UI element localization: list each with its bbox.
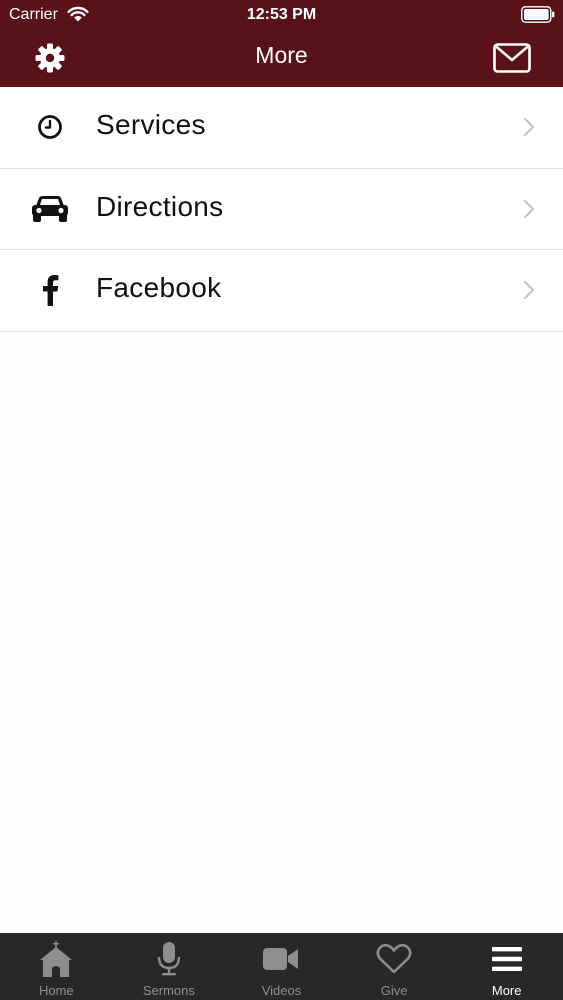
menu-item-label: Facebook	[96, 272, 222, 303]
status-bar: Carrier 12:53 PM	[0, 0, 563, 30]
more-screen: Carrier 12:53 PM More Services Direction…	[0, 0, 563, 1000]
tab-give[interactable]: Give	[338, 933, 451, 1000]
tab-label: Give	[380, 983, 408, 998]
menu-icon	[491, 947, 522, 971]
tab-sermons[interactable]: Sermons	[113, 933, 226, 1000]
facebook-icon	[30, 272, 70, 308]
page-title: More	[255, 42, 308, 68]
tab-label: Videos	[261, 983, 302, 998]
chevron-right-icon	[523, 117, 535, 137]
tab-videos[interactable]: Videos	[225, 933, 338, 1000]
tab-home[interactable]: Home	[0, 933, 113, 1000]
tab-more[interactable]: More	[450, 933, 563, 1000]
menu-item-facebook[interactable]: Facebook	[0, 250, 563, 332]
menu-item-label: Directions	[96, 190, 224, 222]
tab-label: More	[491, 983, 522, 998]
car-icon	[30, 191, 70, 227]
heart-icon	[376, 943, 412, 974]
menu-list: Services Directions Facebook	[0, 87, 563, 332]
video-camera-icon	[263, 948, 299, 970]
tab-label: Sermons	[142, 983, 195, 998]
clock-icon	[30, 109, 70, 145]
menu-item-directions[interactable]: Directions	[0, 168, 563, 250]
status-time: 12:53 PM	[246, 6, 317, 23]
header: Carrier 12:53 PM More	[0, 0, 563, 87]
nav-bar: More	[0, 30, 563, 87]
menu-item-services[interactable]: Services	[0, 87, 563, 169]
mail-icon[interactable]	[493, 43, 531, 73]
battery-icon	[521, 6, 555, 23]
microphone-icon	[157, 942, 181, 976]
church-icon	[40, 941, 73, 977]
menu-item-label: Services	[96, 109, 206, 140]
chevron-right-icon	[523, 199, 535, 218]
tab-label: Home	[38, 983, 74, 998]
tab-bar: Home Sermons Videos Give More	[0, 933, 563, 1000]
chevron-right-icon	[523, 280, 535, 300]
